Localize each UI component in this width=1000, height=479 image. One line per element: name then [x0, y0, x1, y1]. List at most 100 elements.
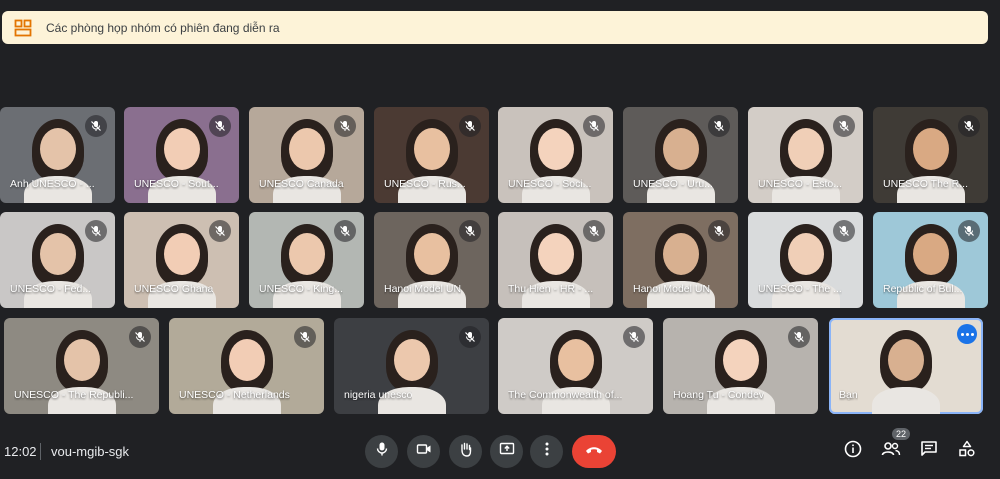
- meeting-code[interactable]: vou-mgib-sgk: [51, 444, 129, 459]
- participant-name: UNESCO - King...: [259, 283, 344, 295]
- participant-tile[interactable]: UNESCO - Fed...: [0, 212, 115, 308]
- participant-tile[interactable]: UNESCO - Netherlands: [169, 318, 324, 414]
- participant-name: UNESCO - Rus...: [384, 178, 466, 190]
- mic-off-icon: [85, 115, 107, 137]
- participant-name: Hoang Tu - Condev: [673, 389, 765, 401]
- mic-off-icon: [294, 326, 316, 348]
- participant-tile[interactable]: UNESCO - The ...: [748, 212, 863, 308]
- meeting-details-button[interactable]: [841, 439, 865, 463]
- mic-off-icon: [623, 326, 645, 348]
- camera-icon: [416, 441, 432, 462]
- end-call-icon: [584, 443, 604, 461]
- participant-face: [662, 128, 699, 171]
- participant-face: [39, 233, 76, 276]
- participant-name: nigeria unesco: [344, 389, 413, 401]
- participant-face: [912, 128, 949, 171]
- participant-face: [557, 339, 594, 382]
- people-button[interactable]: [879, 439, 903, 463]
- participant-name: Anh UNESCO - ...: [10, 178, 95, 190]
- participant-body: [872, 387, 940, 414]
- microphone-button[interactable]: [365, 435, 398, 468]
- participant-face: [288, 128, 325, 171]
- raise-hand-button[interactable]: [449, 435, 482, 468]
- participant-tile[interactable]: Republic of Bul...: [873, 212, 988, 308]
- participant-tile[interactable]: UNESCO Canada: [249, 107, 364, 203]
- participant-face: [537, 233, 574, 276]
- mic-off-icon: [209, 115, 231, 137]
- activities-icon: [958, 440, 976, 463]
- participant-face: [63, 339, 100, 382]
- mic-off-icon: [85, 220, 107, 242]
- participant-tile[interactable]: UNESCO - Esto...: [748, 107, 863, 203]
- mic-off-icon: [583, 220, 605, 242]
- participant-tile[interactable]: Hanoi Model UN: [374, 212, 489, 308]
- raise-hand-icon: [458, 441, 474, 462]
- mic-icon: [374, 441, 390, 462]
- participant-tile[interactable]: UNESCO Ghana: [124, 212, 239, 308]
- participant-name: Republic of Bul...: [883, 283, 963, 295]
- participant-face: [228, 339, 265, 382]
- participant-name: UNESCO - Esto...: [758, 178, 843, 190]
- participant-tile[interactable]: Hoang Tu - Condev: [663, 318, 818, 414]
- participant-name: UNESCO - Uru...: [633, 178, 713, 190]
- meeting-clock: 12:02: [4, 444, 37, 459]
- participant-tile[interactable]: UNESCO - King...: [249, 212, 364, 308]
- participant-tile[interactable]: UNESCO The R...: [873, 107, 988, 203]
- mic-off-icon: [708, 220, 730, 242]
- participant-face: [413, 128, 450, 171]
- participant-face: [787, 233, 824, 276]
- participant-name: UNESCO Canada: [259, 178, 344, 190]
- mic-off-icon: [459, 115, 481, 137]
- participant-name: UNESCO The R...: [883, 178, 968, 190]
- participant-name: The Commonwealth of...: [508, 389, 623, 401]
- participant-name: UNESCO - Netherlands: [179, 389, 290, 401]
- participant-name: UNESCO - The ...: [758, 283, 842, 295]
- present-screen-icon: [499, 441, 515, 462]
- participant-tile[interactable]: Hanoi Model UN: [623, 212, 738, 308]
- participant-tile[interactable]: Thu Hien - HR - ...: [498, 212, 613, 308]
- participant-tile[interactable]: UNESCO - Rus...: [374, 107, 489, 203]
- participant-tile[interactable]: UNESCO - Soci...: [498, 107, 613, 203]
- participant-face: [662, 233, 699, 276]
- chat-icon: [920, 440, 938, 463]
- participant-tile[interactable]: Anh UNESCO - ...: [0, 107, 115, 203]
- participant-tile[interactable]: UNESCO - Sout...: [124, 107, 239, 203]
- mic-off-icon: [833, 220, 855, 242]
- participant-name: Bạn: [839, 389, 858, 401]
- more-options-button[interactable]: [530, 435, 563, 468]
- participant-name: Hanoi Model UN: [633, 283, 711, 295]
- participant-grid: Anh UNESCO - ... UNESCO - Sout... UNESCO C…: [0, 0, 1000, 430]
- end-call-button[interactable]: [572, 435, 616, 468]
- participant-name: UNESCO - Sout...: [134, 178, 219, 190]
- more-options-icon: [539, 441, 555, 462]
- bottom-toolbar: 12:02 vou-mgib-sgk: [0, 430, 1000, 479]
- participant-face: [888, 339, 924, 382]
- people-icon: [881, 440, 901, 463]
- participant-tile[interactable]: UNESCO - The Republi...: [4, 318, 159, 414]
- tile-more-options-button[interactable]: [957, 324, 977, 344]
- participant-face: [393, 339, 430, 382]
- activities-button[interactable]: [955, 439, 979, 463]
- mic-off-icon: [129, 326, 151, 348]
- participant-face: [722, 339, 759, 382]
- participant-tile[interactable]: The Commonwealth of...: [498, 318, 653, 414]
- mic-off-icon: [958, 220, 980, 242]
- camera-button[interactable]: [407, 435, 440, 468]
- participant-tile[interactable]: UNESCO - Uru...: [623, 107, 738, 203]
- mic-off-icon: [334, 115, 356, 137]
- mic-off-icon: [708, 115, 730, 137]
- participant-name: UNESCO Ghana: [134, 283, 214, 295]
- participant-face: [413, 233, 450, 276]
- participant-name: Hanoi Model UN: [384, 283, 462, 295]
- info-icon: [844, 440, 862, 463]
- self-tile[interactable]: Bạn: [829, 318, 983, 414]
- participant-name: UNESCO - Soci...: [508, 178, 592, 190]
- chat-button[interactable]: [917, 439, 941, 463]
- mic-off-icon: [788, 326, 810, 348]
- mic-off-icon: [209, 220, 231, 242]
- participant-face: [163, 233, 200, 276]
- present-screen-button[interactable]: [490, 435, 523, 468]
- participant-tile[interactable]: nigeria unesco: [334, 318, 489, 414]
- participant-face: [912, 233, 949, 276]
- participant-face: [537, 128, 574, 171]
